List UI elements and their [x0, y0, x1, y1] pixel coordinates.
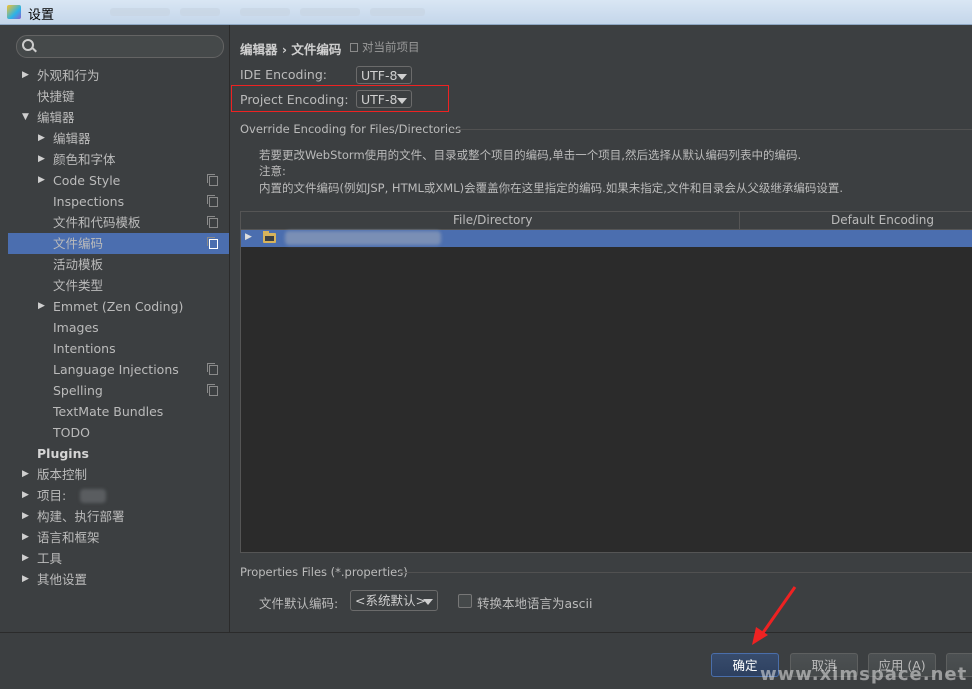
project-scope-icon — [207, 237, 218, 249]
folder-icon — [263, 231, 276, 243]
sidebar-item-spelling[interactable]: Spelling — [8, 380, 229, 401]
chevron-right-icon: ▶ — [22, 490, 29, 500]
dropdown-arrow-icon — [423, 599, 433, 605]
chevron-right-icon: ▶ — [22, 469, 29, 479]
redacted-project-name — [80, 489, 106, 503]
sidebar-item-code-style[interactable]: ▶ Code Style — [8, 170, 229, 191]
watermark: www.ximspace.net — [760, 664, 968, 685]
project-scope-icon — [207, 216, 218, 228]
encoding-table[interactable]: File/Directory Default Encoding ▶ — [240, 211, 972, 553]
project-encoding-label: Project Encoding: — [240, 92, 349, 107]
sidebar-item-emmet[interactable]: ▶ Emmet (Zen Coding) — [8, 296, 229, 317]
annotation-arrow-icon — [752, 586, 797, 645]
project-scope-icon — [207, 174, 218, 186]
table-row[interactable]: ▶ — [241, 230, 972, 247]
default-encoding-select[interactable]: <系统默认> — [350, 590, 438, 611]
sidebar-item-todo[interactable]: TODO — [8, 422, 229, 443]
sidebar-item-inspections[interactable]: Inspections — [8, 191, 229, 212]
search-icon — [22, 39, 34, 51]
chevron-right-icon: ▶ — [22, 574, 29, 584]
sidebar-item-images[interactable]: Images — [8, 317, 229, 338]
sidebar-item-appearance[interactable]: ▶ 外观和行为 — [8, 65, 229, 86]
sidebar-item-file-encodings[interactable]: 文件编码 — [8, 233, 229, 254]
override-section-title: Override Encoding for Files/Directories — [240, 122, 462, 136]
chevron-right-icon: ▶ — [38, 301, 45, 311]
chevron-right-icon: ▶ — [22, 532, 29, 542]
chevron-right-icon: ▶ — [22, 511, 29, 521]
sidebar-item-editor-general[interactable]: ▶ 编辑器 — [8, 128, 229, 149]
sidebar-item-editor[interactable]: ▼ 编辑器 — [8, 107, 229, 128]
webstorm-logo-icon — [7, 5, 21, 19]
section-divider — [398, 572, 972, 573]
sidebar-item-tools[interactable]: ▶ 工具 — [8, 548, 229, 569]
sidebar-item-file-types[interactable]: 文件类型 — [8, 275, 229, 296]
chevron-right-icon: ▶ — [22, 70, 29, 80]
dropdown-arrow-icon — [397, 98, 407, 104]
breadcrumb: 编辑器 › 文件编码 — [240, 42, 342, 57]
native-to-ascii-checkbox[interactable] — [458, 594, 472, 608]
chevron-down-icon: ▼ — [22, 112, 29, 122]
chevron-right-icon: ▶ — [38, 133, 45, 143]
settings-content: 编辑器 › 文件编码 对当前项目 IDE Encoding: UTF-8 Pro… — [230, 25, 972, 632]
sidebar-item-build-deploy[interactable]: ▶ 构建、执行部署 — [8, 506, 229, 527]
chevron-right-icon: ▶ — [38, 154, 45, 164]
column-header-default-encoding[interactable]: Default Encoding — [831, 213, 934, 227]
sidebar-item-textmate-bundles[interactable]: TextMate Bundles — [8, 401, 229, 422]
ide-encoding-label: IDE Encoding: — [240, 67, 327, 82]
window-title: 设置 — [28, 8, 55, 23]
scope-label: 对当前项目 — [362, 40, 420, 54]
sidebar-item-other-settings[interactable]: ▶ 其他设置 — [8, 569, 229, 590]
search-input[interactable] — [16, 35, 224, 58]
description-line-2: 内置的文件编码(例如JSP, HTML或XML)会覆盖你在这里指定的编码.如果未… — [259, 181, 844, 195]
title-bar: 设置 — [0, 0, 972, 25]
sidebar-item-languages-frameworks[interactable]: ▶ 语言和框架 — [8, 527, 229, 548]
sidebar-item-file-templates[interactable]: 文件和代码模板 — [8, 212, 229, 233]
table-header: File/Directory Default Encoding — [241, 212, 972, 230]
chevron-right-icon[interactable]: ▶ — [245, 232, 252, 242]
description-note-label: 注意: — [259, 164, 286, 178]
project-scope-icon — [207, 384, 218, 396]
project-scope-icon — [207, 195, 218, 207]
sidebar-item-version-control[interactable]: ▶ 版本控制 — [8, 464, 229, 485]
project-scope-icon — [207, 363, 218, 375]
sidebar-item-intentions[interactable]: Intentions — [8, 338, 229, 359]
sidebar-item-colors-fonts[interactable]: ▶ 颜色和字体 — [8, 149, 229, 170]
dropdown-arrow-icon — [397, 74, 407, 80]
column-header-file-directory[interactable]: File/Directory — [453, 213, 532, 227]
project-scope-icon — [350, 43, 358, 52]
sidebar-item-live-templates[interactable]: 活动模板 — [8, 254, 229, 275]
sidebar-item-keymap[interactable]: 快捷键 — [8, 86, 229, 107]
ide-encoding-select[interactable]: UTF-8 — [356, 66, 412, 84]
sidebar-item-project[interactable]: ▶ 项目: — [8, 485, 229, 506]
redacted-project-path — [285, 231, 441, 245]
description-line-1: 若要更改WebStorm使用的文件、目录或整个项目的编码,单击一个项目,然后选择… — [259, 148, 802, 162]
native-to-ascii-label: 转换本地语言为ascii — [477, 596, 593, 611]
default-encoding-label: 文件默认编码: — [259, 596, 339, 611]
settings-sidebar: ▶ 外观和行为 快捷键 ▼ 编辑器 ▶ 编辑器 ▶ 颜色和字体 ▶ Code S… — [0, 25, 230, 632]
project-encoding-select[interactable]: UTF-8 — [356, 90, 412, 108]
sidebar-item-plugins[interactable]: Plugins — [8, 443, 229, 464]
sidebar-item-language-injections[interactable]: Language Injections — [8, 359, 229, 380]
chevron-right-icon: ▶ — [22, 553, 29, 563]
section-divider — [450, 129, 972, 130]
chevron-right-icon: ▶ — [38, 175, 45, 185]
properties-section-title: Properties Files (*.properties) — [240, 565, 408, 579]
